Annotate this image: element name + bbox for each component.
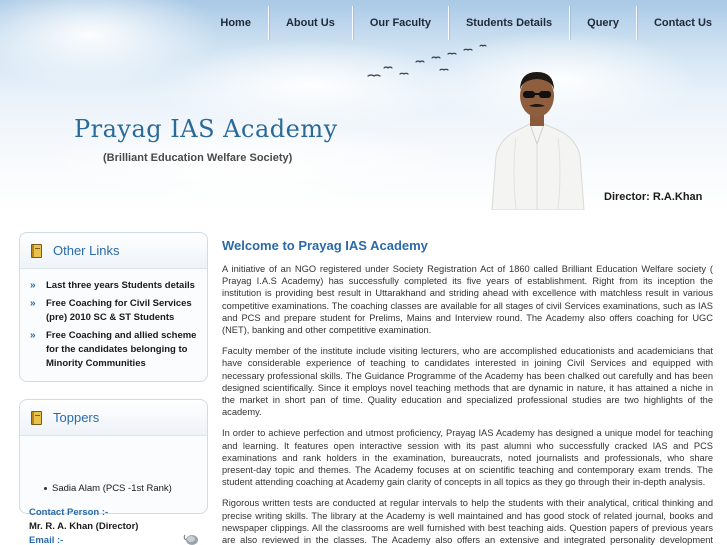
- contact-person-name: Mr. R. A. Khan (Director): [29, 521, 139, 532]
- toppers-box: Toppers Sadia Alam (PCS -1st Rank): [19, 399, 208, 514]
- director-photo: [491, 72, 585, 210]
- other-links-title: Other Links: [53, 243, 120, 258]
- sidebar: Other Links » Last three years Students d…: [19, 232, 208, 514]
- nav-contact-us[interactable]: Contact Us: [637, 6, 727, 40]
- topper-item: Sadia Alam (PCS -1st Rank): [44, 483, 172, 494]
- other-link-label[interactable]: Free Coaching and allied scheme for the …: [46, 329, 199, 371]
- topper-name: Sadia Alam (PCS -1st Rank): [52, 483, 172, 494]
- faculty-paragraph: Faculty member of the institute include …: [222, 346, 713, 418]
- intro-paragraph: A initiative of an NGO registered under …: [222, 264, 713, 336]
- other-links-header: Other Links: [20, 233, 207, 269]
- other-links-list: » Last three years Students details » Free …: [20, 269, 207, 383]
- double-arrow-icon: »: [30, 330, 36, 341]
- director-caption: Director: R.A.Khan: [604, 191, 703, 203]
- toppers-header: Toppers: [20, 400, 207, 436]
- double-arrow-icon: »: [30, 298, 36, 309]
- bullet-icon: [44, 486, 47, 490]
- site-subtitle: (Brilliant Education Welfare Society): [103, 152, 293, 164]
- other-links-box: Other Links » Last three years Students d…: [19, 232, 208, 382]
- other-link-label[interactable]: Free Coaching for Civil Services (pre) 2…: [46, 297, 199, 325]
- other-link-item[interactable]: » Free Coaching and allied scheme for the…: [30, 329, 199, 371]
- contact-person-label: Contact Person :-: [29, 507, 109, 518]
- site-title: Prayag IAS Academy: [74, 115, 338, 143]
- nav-students-details[interactable]: Students Details: [449, 6, 571, 40]
- contact-email-label: Email :-: [29, 535, 64, 545]
- main-content: Welcome to Prayag IAS Academy A initiati…: [222, 238, 713, 545]
- nav-query[interactable]: Query: [570, 6, 637, 40]
- other-link-label[interactable]: Last three years Students details: [46, 279, 195, 293]
- other-link-item[interactable]: » Free Coaching for Civil Services (pre) …: [30, 297, 199, 325]
- other-link-item[interactable]: » Last three years Students details: [30, 279, 199, 293]
- toppers-list: Sadia Alam (PCS -1st Rank): [20, 436, 207, 516]
- nav-about-us[interactable]: About Us: [269, 6, 353, 40]
- tests-paragraph: Rigorous written tests are conducted at …: [222, 498, 713, 545]
- teaching-paragraph: In order to achieve perfection and utmos…: [222, 428, 713, 488]
- page-heading: Welcome to Prayag IAS Academy: [222, 238, 428, 253]
- site-header: Home About Us Our Faculty Students Details Q…: [0, 0, 727, 213]
- book-icon: [31, 410, 42, 425]
- nav-our-faculty[interactable]: Our Faculty: [353, 6, 449, 40]
- double-arrow-icon: »: [30, 280, 36, 291]
- nav-home[interactable]: Home: [203, 6, 269, 40]
- book-icon: [31, 243, 42, 258]
- main-navigation: Home About Us Our Faculty Students Details Q…: [203, 6, 727, 40]
- mouse-icon: [183, 534, 198, 545]
- toppers-title: Toppers: [53, 410, 100, 425]
- contact-info: Contact Person :- Mr. R. A. Khan (Direct…: [29, 506, 209, 545]
